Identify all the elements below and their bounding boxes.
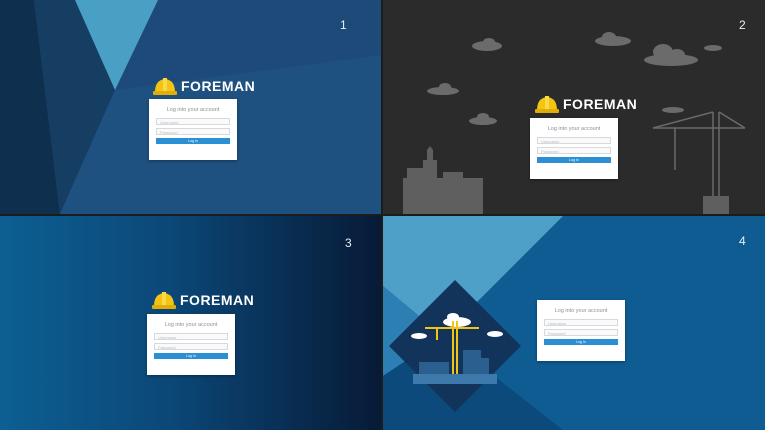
password-field[interactable]: Password (156, 128, 230, 135)
login-title: Log into your account (166, 107, 220, 113)
login-title: Log into your account (164, 322, 218, 328)
login-button[interactable]: Log In (544, 339, 618, 345)
username-field[interactable]: Username (544, 319, 618, 326)
foreman-logo: FOREMAN (152, 290, 254, 310)
variant-number: 3 (345, 236, 352, 250)
login-card: Log into your account Username Password … (537, 300, 625, 361)
brand-name: FOREMAN (180, 292, 255, 308)
password-field[interactable]: Password (154, 343, 228, 350)
password-field[interactable]: Password (544, 329, 618, 336)
foreman-logo: FOREMAN (535, 94, 637, 114)
variant-1-panel: 1 FOREMAN Log into your account Username… (0, 0, 381, 214)
login-button[interactable]: Log In (537, 157, 611, 163)
variant-number: 4 (739, 234, 746, 248)
brand-name: FOREMAN (181, 78, 256, 94)
login-card: Log into your account Username Password … (147, 314, 235, 375)
hard-hat-icon (153, 78, 177, 95)
password-field[interactable]: Password (537, 147, 611, 154)
brand-name: FOREMAN (563, 96, 638, 112)
building-icon (403, 146, 483, 214)
crane-icon (652, 111, 746, 214)
login-card: Log into your account Username Password … (149, 99, 237, 160)
hard-hat-icon (535, 96, 559, 113)
username-field[interactable]: Username (154, 333, 228, 340)
foreman-logo: FOREMAN (153, 76, 255, 96)
login-variants-grid: 1 FOREMAN Log into your account Username… (0, 0, 765, 430)
login-button[interactable]: Log In (154, 353, 228, 359)
login-card: Log into your account Username Password … (530, 118, 618, 179)
variant-4-panel: 4 Log into your account Username Passwor… (383, 216, 765, 430)
login-button[interactable]: Log In (156, 138, 230, 144)
username-field[interactable]: Username (156, 118, 230, 125)
variant-number: 2 (739, 18, 746, 32)
login-title: Log into your account (554, 308, 608, 314)
username-field[interactable]: Username (537, 137, 611, 144)
variant-3-panel: 3 FOREMAN Log into your account Username… (0, 216, 381, 430)
hard-hat-icon (152, 292, 176, 309)
login-title: Log into your account (547, 126, 601, 132)
variant-number: 1 (340, 18, 347, 32)
variant-2-panel: 2 FOREMAN Log into your account Username… (383, 0, 765, 214)
